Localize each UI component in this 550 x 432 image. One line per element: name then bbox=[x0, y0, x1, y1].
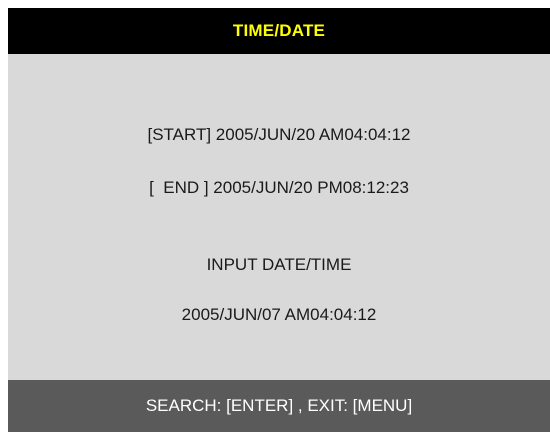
input-datetime-label: INPUT DATE/TIME bbox=[206, 255, 352, 274]
end-time-label: [ END ] 2005/JUN/20 PM08:12:23 bbox=[149, 178, 409, 197]
start-time-label: [START] 2005/JUN/20 AM04:04:12 bbox=[147, 125, 411, 144]
page-title: TIME/DATE bbox=[232, 21, 326, 40]
input-datetime-field[interactable]: 2005/JUN/07 AM04:04:12 bbox=[8, 305, 550, 325]
title-bar: TIME/DATE bbox=[8, 8, 550, 54]
footer-hint-bar: SEARCH: [ENTER] , EXIT: [MENU] bbox=[8, 380, 550, 432]
time-date-search-screen: TIME/DATE [START] 2005/JUN/20 AM04:04:12… bbox=[0, 0, 550, 432]
footer-hint: SEARCH: [ENTER] , EXIT: [MENU] bbox=[145, 396, 413, 415]
search-panel: [START] 2005/JUN/20 AM04:04:12 [ END ] 2… bbox=[8, 54, 550, 380]
